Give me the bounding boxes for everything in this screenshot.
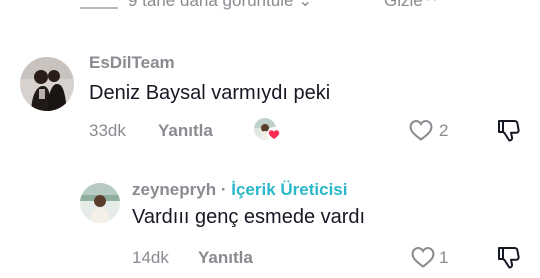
heart-icon <box>267 127 281 141</box>
dislike-thumb-icon[interactable] <box>497 244 521 270</box>
creator-badge: İçerik Üreticisi <box>231 180 348 199</box>
comment-username[interactable]: EsDilTeam <box>89 53 175 73</box>
like-count: 2 <box>439 121 449 140</box>
like-heart-icon[interactable] <box>410 245 436 269</box>
avatar[interactable] <box>20 57 74 111</box>
comment-text: Vardııı genç esmede vardı <box>132 206 366 228</box>
view-more-replies-button[interactable]: 9 tane daha görüntüle ⌄ <box>128 0 312 11</box>
reply-button[interactable]: Yanıtla <box>198 248 253 268</box>
comment-timestamp: 33dk <box>89 121 126 140</box>
comment-timestamp: 14dk <box>132 248 169 267</box>
replies-divider-line <box>80 7 118 9</box>
comment-text: Deniz Baysal varmıydı peki <box>89 82 331 104</box>
chevron-down-icon: ⌄ <box>298 0 313 10</box>
avatar[interactable] <box>80 183 120 223</box>
hide-replies-button[interactable]: Gizle ^ <box>384 0 435 11</box>
dislike-thumb-icon[interactable] <box>497 117 521 143</box>
chevron-up-icon: ^ <box>427 0 436 10</box>
separator-dot: · <box>220 180 227 199</box>
view-more-replies-label: 9 tane daha görüntüle <box>128 0 294 10</box>
like-count: 1 <box>439 248 449 267</box>
like-heart-icon[interactable] <box>408 118 434 142</box>
hide-replies-label: Gizle <box>384 0 423 10</box>
comment-username[interactable]: zeynepryh <box>132 180 216 199</box>
comment-header: zeynepryh · İçerik Üreticisi <box>132 180 347 200</box>
reply-button[interactable]: Yanıtla <box>158 121 213 141</box>
